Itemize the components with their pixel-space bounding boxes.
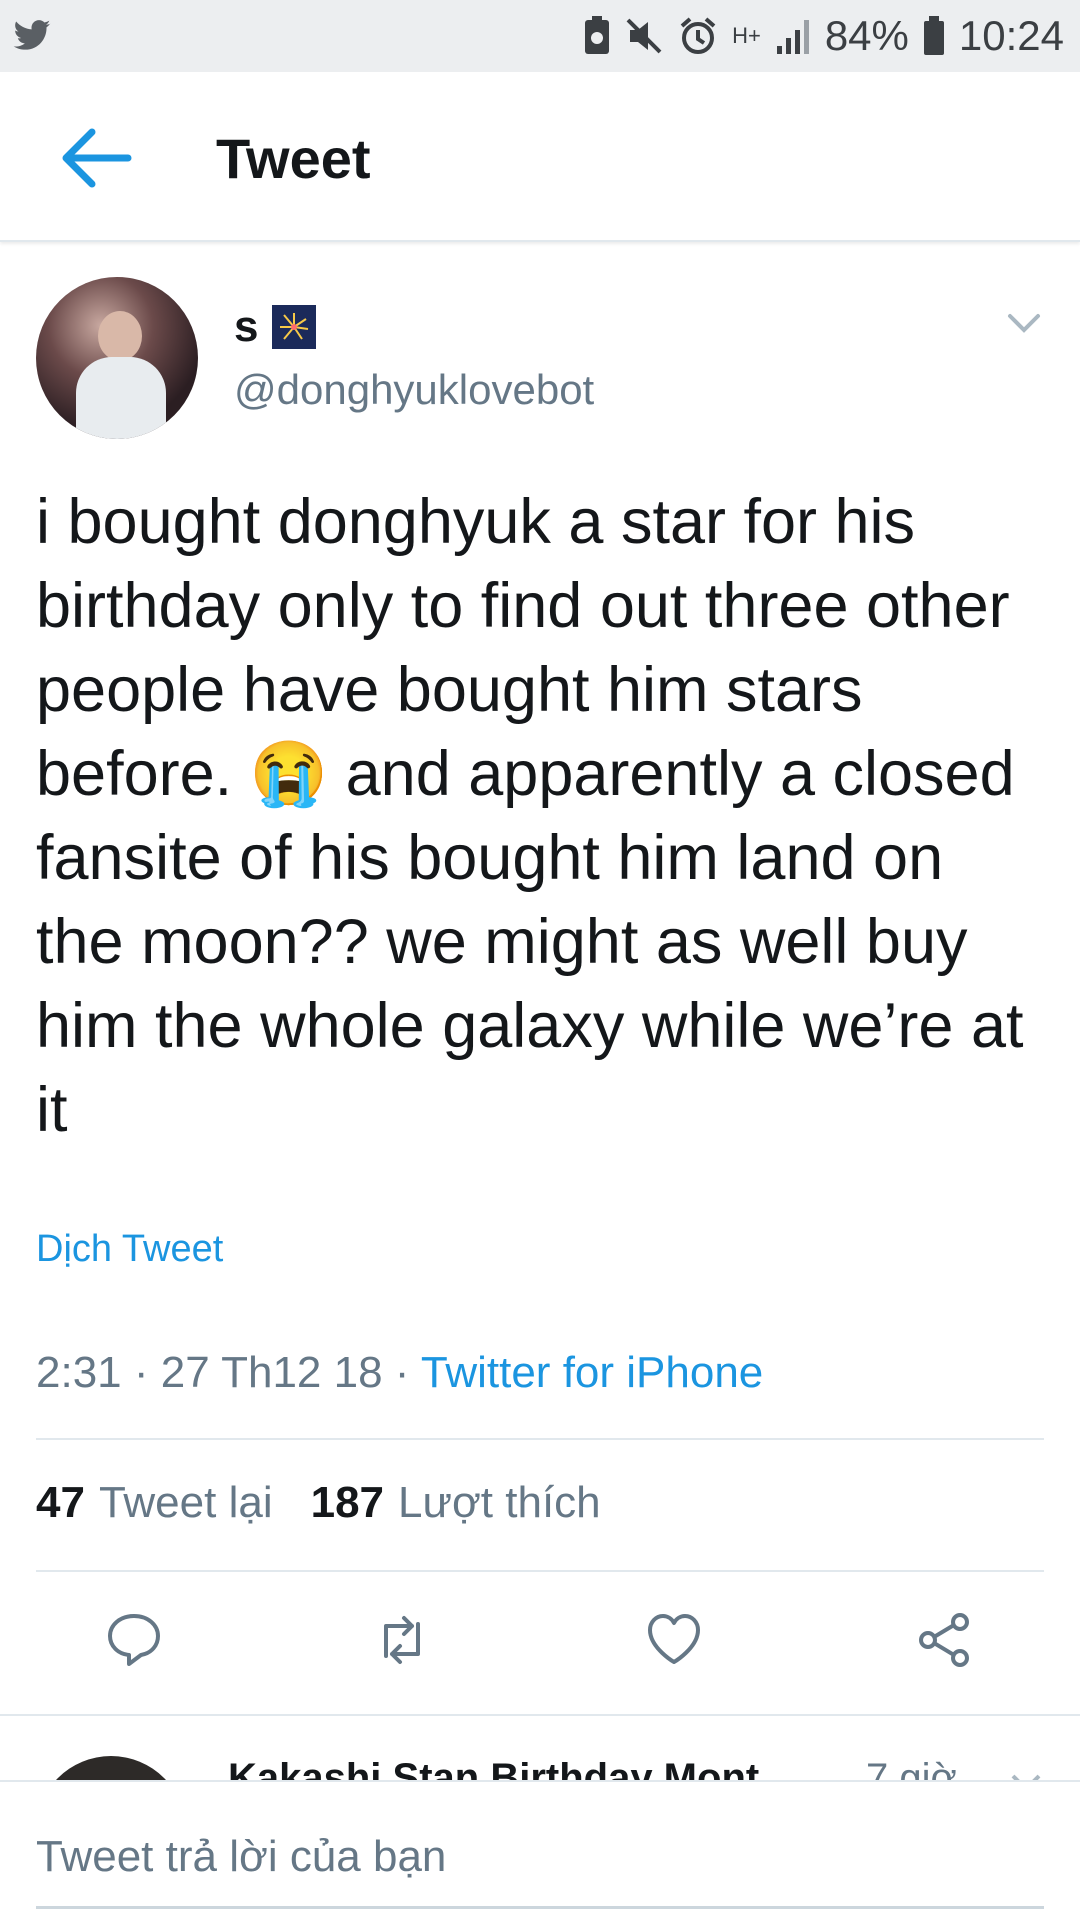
reply-composer[interactable]: Tweet trả lời của bạn <box>0 1780 1080 1922</box>
author-display-name: s <box>234 302 259 351</box>
avatar-head <box>98 311 142 361</box>
status-bar: H+ 84% 10:24 <box>0 0 1080 72</box>
reply-input-placeholder[interactable]: Tweet trả lời của bạn <box>36 1832 446 1882</box>
next-tweet-avatar[interactable] <box>36 1756 186 1780</box>
divider <box>36 1438 1044 1440</box>
fireworks-emoji-icon <box>272 305 317 349</box>
back-arrow-icon[interactable] <box>60 126 132 190</box>
author-handle[interactable]: @donghyuklovebot <box>234 366 594 414</box>
recycle-battery-icon <box>585 16 610 54</box>
likes-label: Lượt thích <box>398 1478 601 1527</box>
share-icon[interactable] <box>914 1610 974 1670</box>
author-avatar[interactable] <box>36 277 198 439</box>
likes-stat[interactable]: 187 Lượt thích <box>311 1478 601 1528</box>
next-tweet-time: 7 giờ <box>866 1756 957 1780</box>
engagement-stats: 47 Tweet lại 187 Lượt thích <box>36 1478 601 1528</box>
avatar-body <box>76 357 166 439</box>
author-display-name-row[interactable]: s <box>234 302 317 352</box>
divider <box>36 1570 1044 1572</box>
tweet-timestamp: 2:31 · 27 Th12 18 · <box>36 1348 410 1397</box>
next-tweet-preview[interactable]: Kakashi Stan Birthday Mont 7 giờ <box>0 1716 1080 1780</box>
tweet-action-bar <box>0 1610 1080 1680</box>
battery-icon <box>923 16 944 55</box>
network-type: H+ <box>732 23 761 48</box>
next-tweet-author-name: Kakashi Stan Birthday Mont <box>228 1756 760 1780</box>
loudly-crying-emoji: 😭 <box>249 739 329 809</box>
clock-time: 10:24 <box>958 12 1064 59</box>
signal-icon <box>776 20 809 54</box>
mute-icon <box>626 18 662 54</box>
retweet-icon[interactable] <box>372 1610 432 1670</box>
tweet-text: i bought donghyuk a star for his birthda… <box>36 480 1046 1152</box>
chevron-down-icon[interactable] <box>1004 302 1044 342</box>
reply-input-underline <box>36 1906 1044 1909</box>
top-app-bar: Tweet <box>0 72 1080 242</box>
reply-icon[interactable] <box>104 1610 164 1670</box>
translate-tweet-link[interactable]: Dịch Tweet <box>36 1228 223 1271</box>
battery-percent: 84% <box>824 12 909 59</box>
tweet-source-link[interactable]: Twitter for iPhone <box>421 1348 763 1397</box>
like-heart-icon[interactable] <box>644 1610 704 1670</box>
twitter-bird-icon <box>13 20 51 50</box>
likes-count: 187 <box>310 1478 385 1527</box>
chevron-down-icon[interactable] <box>1008 1764 1044 1780</box>
tweet-meta: 2:31 · 27 Th12 18 · Twitter for iPhone <box>36 1348 763 1398</box>
alarm-icon <box>680 17 716 54</box>
page-title: Tweet <box>216 127 371 190</box>
retweets-label: Tweet lại <box>98 1478 273 1527</box>
retweets-stat[interactable]: 47 Tweet lại <box>36 1478 273 1528</box>
retweets-count: 47 <box>36 1478 85 1527</box>
